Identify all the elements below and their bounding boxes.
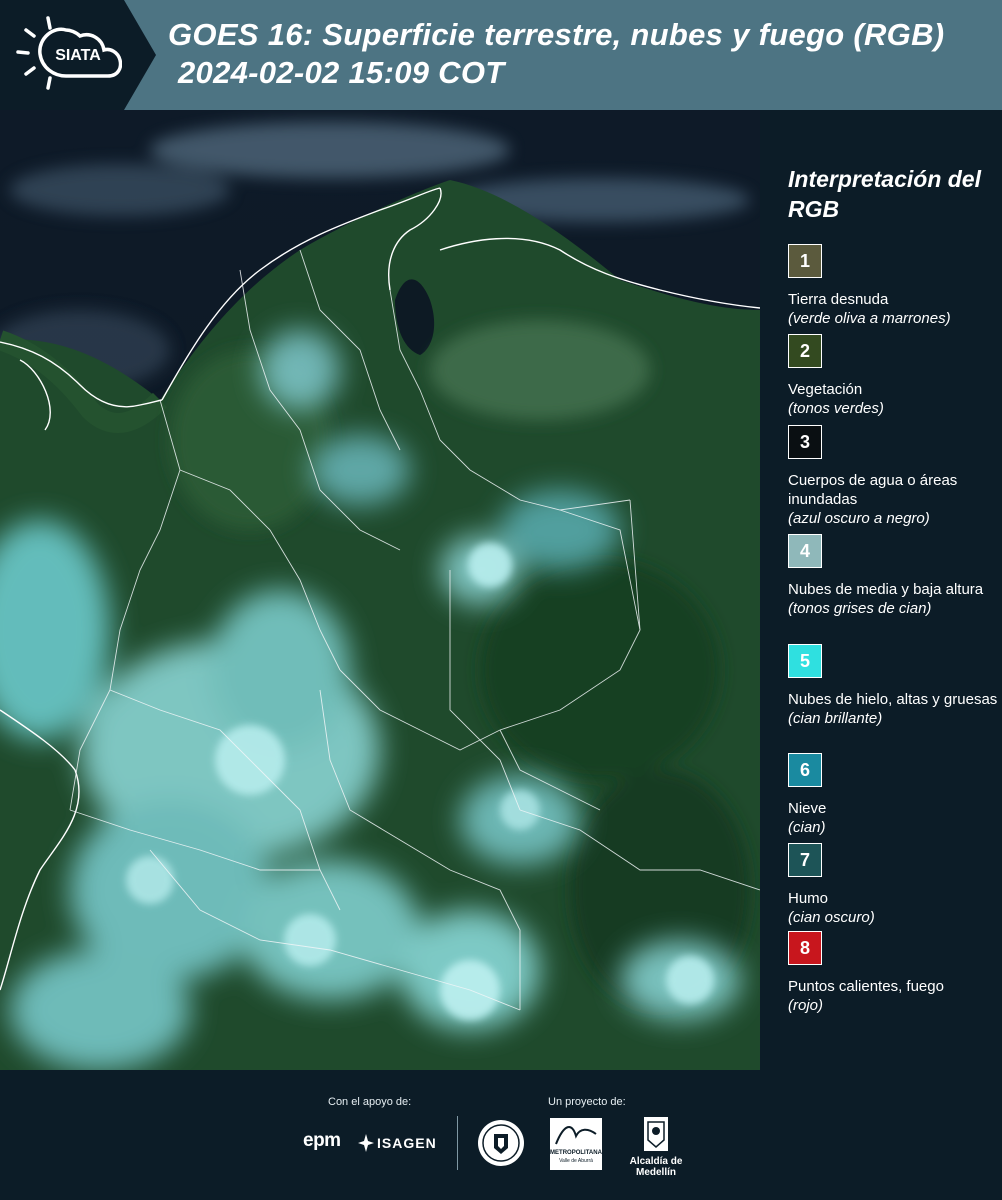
support-label: Con el apoyo de: — [328, 1096, 412, 1108]
legend-label: Tierra desnuda — [788, 291, 889, 308]
brand-text: SIATA — [55, 47, 101, 64]
isagen-text: ISAGEN — [377, 1135, 437, 1151]
title-datetime: 2024-02-02 15:09 COT — [178, 55, 505, 90]
legend-label: Humo — [788, 890, 829, 907]
legend-label: Nieve — [788, 800, 827, 817]
legend-label: Puntos calientes, fuego — [788, 978, 944, 995]
header-bar: SIATA GOES 16: Superficie terrestre, nub… — [0, 0, 1002, 110]
legend-title: Interpretación del RGB — [788, 166, 981, 222]
alcaldia-medellin-logo[interactable]: Alcaldía de Medellín — [610, 1116, 702, 1178]
university-seal-icon[interactable] — [476, 1118, 526, 1168]
legend-sublabel: (azul oscuro a negro) — [788, 510, 930, 527]
satellite-map[interactable] — [0, 110, 760, 1070]
siata-logo[interactable]: SIATA — [12, 12, 122, 98]
legend-item-hotspots: 8 Puntos calientes, fuego (rojo) — [788, 931, 998, 1015]
legend-swatch: 2 — [788, 334, 822, 368]
legend-sublabel: (tonos verdes) — [788, 400, 884, 417]
legend-label: Vegetación — [788, 381, 863, 398]
isagen-logo[interactable]: ISAGEN — [358, 1132, 448, 1156]
legend-swatch: 4 — [788, 534, 822, 568]
legend-swatch: 5 — [788, 644, 822, 678]
legend-sublabel: (cian) — [788, 819, 826, 836]
title-product: GOES 16: Superficie terrestre, nubes y f… — [168, 17, 945, 52]
legend-swatch: 6 — [788, 753, 822, 787]
legend-item-smoke: 7 Humo (cian oscuro) — [788, 843, 998, 927]
legend-sublabel: (tonos grises de cian) — [788, 600, 932, 617]
legend-item-mid-low-clouds: 4 Nubes de media y baja altura (tonos gr… — [788, 534, 998, 618]
project-label: Un proyecto de: — [548, 1096, 626, 1108]
legend-item-ice-clouds: 5 Nubes de hielo, altas y gruesas (cian … — [788, 644, 998, 728]
legend-panel: Interpretación del RGB 1 Tierra desnuda … — [762, 110, 1002, 1070]
legend-label: Nubes de hielo, altas y gruesas — [788, 691, 998, 708]
logo-panel-arrow — [124, 0, 156, 110]
area-name-text: METROPOLITANA — [550, 1150, 602, 1156]
legend-item-snow: 6 Nieve (cian) — [788, 753, 998, 837]
legend-swatch: 3 — [788, 425, 822, 459]
legend-item-water: 3 Cuerpos de agua o áreas inundadas (azu… — [788, 425, 998, 528]
city-shield-icon — [644, 1117, 668, 1151]
area-script-icon — [555, 1126, 597, 1145]
legend-label: Cuerpos de agua o áreas inundadas — [788, 472, 958, 508]
legend-swatch: 8 — [788, 931, 822, 965]
legend-swatch: 1 — [788, 244, 822, 278]
alcaldia-text: Alcaldía de Medellín — [629, 1156, 683, 1178]
legend-sublabel: (cian oscuro) — [788, 909, 875, 926]
legend-sublabel: (verde oliva a marrones) — [788, 310, 951, 327]
legend-sublabel: (rojo) — [788, 997, 824, 1014]
isagen-mark-icon — [358, 1134, 374, 1152]
footer: Con el apoyo de: Un proyecto de: epm ISA… — [0, 1070, 1002, 1200]
legend-label: Nubes de media y baja altura — [788, 581, 984, 598]
satellite-image — [0, 110, 760, 1070]
footer-divider — [457, 1116, 458, 1170]
legend-sublabel: (cian brillante) — [788, 710, 883, 727]
page-title: GOES 16: Superficie terrestre, nubes y f… — [168, 16, 944, 92]
area-metropolitana-logo[interactable]: METROPOLITANA Valle de Aburrá — [550, 1118, 602, 1170]
legend-item-vegetation: 2 Vegetación (tonos verdes) — [788, 334, 998, 418]
epm-logo[interactable]: epm — [303, 1130, 341, 1152]
area-sub-text: Valle de Aburrá — [559, 1158, 593, 1164]
legend-item-bare-land: 1 Tierra desnuda (verde oliva a marrones… — [788, 244, 998, 328]
legend-swatch: 7 — [788, 843, 822, 877]
